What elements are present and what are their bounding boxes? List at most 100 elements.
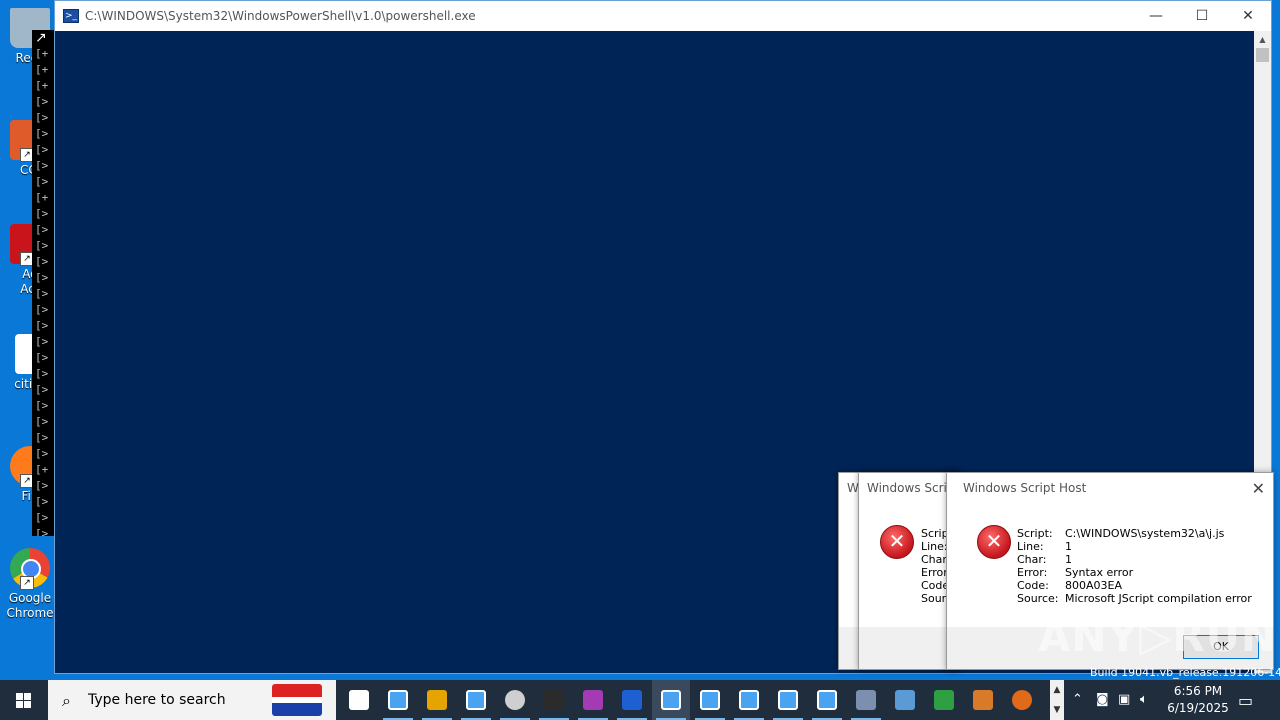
app-network-icon xyxy=(895,690,915,710)
taskbar: ⌕ Type here to search ▲ ▼ ⌃ ◙ ▣ 🔈︎ 6:56 … xyxy=(0,680,1280,720)
field-value: 1 xyxy=(1065,553,1072,566)
app-window-active-icon xyxy=(661,690,681,710)
system-clock[interactable]: 6:56 PM 6/19/2025 xyxy=(1158,683,1238,717)
dialog-fields: Script: C:\WINDOWS\system32\a\j.js Line: 1… xyxy=(1017,527,1252,605)
dialog-fields: Scrip Line: Char Error Code Sour xyxy=(921,527,949,605)
console-line: [> xyxy=(35,223,49,236)
start-button[interactable] xyxy=(0,680,48,720)
taskbar-app-window-3-button[interactable] xyxy=(691,680,729,720)
console-line: [> xyxy=(35,239,49,252)
console-line: [+ xyxy=(35,47,49,60)
chrome-icon: ↗ xyxy=(10,548,50,590)
taskbar-app-window-2-button[interactable] xyxy=(457,680,495,720)
dialog-content: ✕ Script: C:\WINDOWS\system32\a\j.js Line… xyxy=(947,503,1273,627)
console-line: [> xyxy=(35,95,49,108)
minimize-button[interactable]: — xyxy=(1133,1,1179,31)
console-line: [> xyxy=(35,207,49,220)
taskbar-app-window-active-button[interactable] xyxy=(652,680,690,720)
dialog-content: ✕ Scrip Line: Char Error Code Sour xyxy=(859,503,959,627)
chevron-up-icon[interactable]: ⌃ xyxy=(1072,692,1083,707)
taskbar-app-ccleaner-button[interactable] xyxy=(496,680,534,720)
taskbar-app-green-button[interactable] xyxy=(925,680,963,720)
console-line: [> xyxy=(35,351,49,364)
console-line: [+ xyxy=(35,63,49,76)
cursor-arrow-icon: ↗ xyxy=(35,30,47,46)
google-chrome-desktop-icon[interactable]: ↗ Google Chrome xyxy=(0,548,60,621)
anyrun-watermark: ANY▷RUN xyxy=(1038,612,1277,661)
maximize-button[interactable]: ☐ xyxy=(1179,1,1225,31)
taskbar-app-window-4-button[interactable] xyxy=(730,680,768,720)
dialog-close-button[interactable]: ✕ xyxy=(1252,479,1265,498)
console-line: [> xyxy=(35,111,49,124)
task-view-icon xyxy=(349,690,369,710)
shortcut-arrow-icon: ↗ xyxy=(20,576,34,590)
volume-icon[interactable]: 🔈︎ xyxy=(1140,692,1148,707)
app-window-2-icon xyxy=(466,690,486,710)
console-line: [+ xyxy=(35,463,49,476)
chevron-up-icon[interactable]: ▲ xyxy=(1050,680,1064,700)
app-ball-icon xyxy=(1012,690,1032,710)
taskbar-app-ball-button[interactable] xyxy=(1003,680,1041,720)
taskbar-app-window-1-button[interactable] xyxy=(379,680,417,720)
search-highlight-icon xyxy=(272,684,322,716)
app-tools-icon xyxy=(856,690,876,710)
field-row-char: Char: 1 xyxy=(1017,553,1252,566)
console-line: [+ xyxy=(35,79,49,92)
console-line: [> xyxy=(35,383,49,396)
error-icon: ✕ xyxy=(880,525,914,559)
scrollbar-thumb[interactable] xyxy=(1256,48,1269,62)
dialog-footer xyxy=(859,627,959,669)
network-icon[interactable]: ▣ xyxy=(1118,692,1130,707)
field-key: Scrip xyxy=(921,527,949,540)
taskbar-app-window-6-button[interactable] xyxy=(808,680,846,720)
taskbar-app-blue-pin-button[interactable] xyxy=(613,680,651,720)
dialog-title: Windows Scrip xyxy=(859,473,959,503)
app-window-3-icon xyxy=(700,690,720,710)
field-value: 1 xyxy=(1065,540,1072,553)
script-host-dialog-back-2[interactable]: Windows Scrip ✕ Scrip Line: Char Error C… xyxy=(858,472,960,670)
scroll-up-icon[interactable]: ▲ xyxy=(1254,31,1271,48)
overflow-scroll-arrows[interactable]: ▲ ▼ xyxy=(1050,680,1064,720)
console-line: [> xyxy=(35,431,49,444)
chevron-down-icon[interactable]: ▼ xyxy=(1050,700,1064,720)
clock-time: 6:56 PM xyxy=(1173,684,1223,698)
console-line: [> xyxy=(35,367,49,380)
windows-logo-icon xyxy=(24,693,31,700)
console-line: [> xyxy=(35,527,49,536)
background-console-window[interactable]: ↗ [+ [+ [+ [> [> [> [> [> [> [+ [> [> [> [> [> [> [> [> [>… xyxy=(32,30,56,536)
taskbar-app-window-5-button[interactable] xyxy=(769,680,807,720)
field-value: C:\WINDOWS\system32\a\j.js xyxy=(1065,527,1225,540)
close-button[interactable]: ✕ xyxy=(1225,1,1271,31)
console-line: [+ xyxy=(35,191,49,204)
console-line: [> xyxy=(35,159,49,172)
app-window-1-icon xyxy=(388,690,408,710)
taskbar-search-box[interactable]: ⌕ Type here to search xyxy=(48,680,336,720)
taskbar-app-tools-button[interactable] xyxy=(847,680,885,720)
app-blue-pin-icon xyxy=(622,690,642,710)
taskbar-app-dark-button[interactable] xyxy=(535,680,573,720)
console-line: [> xyxy=(35,479,49,492)
powershell-titlebar[interactable]: >_ C:\WINDOWS\System32\WindowsPowerShell… xyxy=(55,1,1271,31)
meet-icon[interactable]: ◙ xyxy=(1096,692,1109,707)
field-value: Syntax error xyxy=(1065,566,1134,579)
desktop-icon-label: Google Chrome xyxy=(6,591,54,620)
console-line: [> xyxy=(35,175,49,188)
notification-icon[interactable]: ▭ xyxy=(1238,691,1253,710)
error-icon: ✕ xyxy=(977,525,1011,559)
taskbar-task-view-button[interactable] xyxy=(340,680,378,720)
taskbar-app-colorful-button[interactable] xyxy=(418,680,456,720)
app-archive-icon xyxy=(973,690,993,710)
field-row-source: Source: Microsoft JScript compilation err… xyxy=(1017,592,1252,605)
windows-logo-icon xyxy=(16,693,23,700)
taskbar-app-network-button[interactable] xyxy=(886,680,924,720)
app-ccleaner-icon xyxy=(505,690,525,710)
taskbar-app-archive-button[interactable] xyxy=(964,680,1002,720)
taskbar-app-winrar-button[interactable] xyxy=(574,680,612,720)
console-line: [> xyxy=(35,511,49,524)
console-line: [> xyxy=(35,143,49,156)
windows-logo-icon xyxy=(24,701,31,708)
field-value: 800A03EA xyxy=(1065,579,1122,592)
field-row-error: Error: Syntax error xyxy=(1017,566,1252,579)
field-key: Char xyxy=(921,553,947,566)
app-winrar-icon xyxy=(583,690,603,710)
